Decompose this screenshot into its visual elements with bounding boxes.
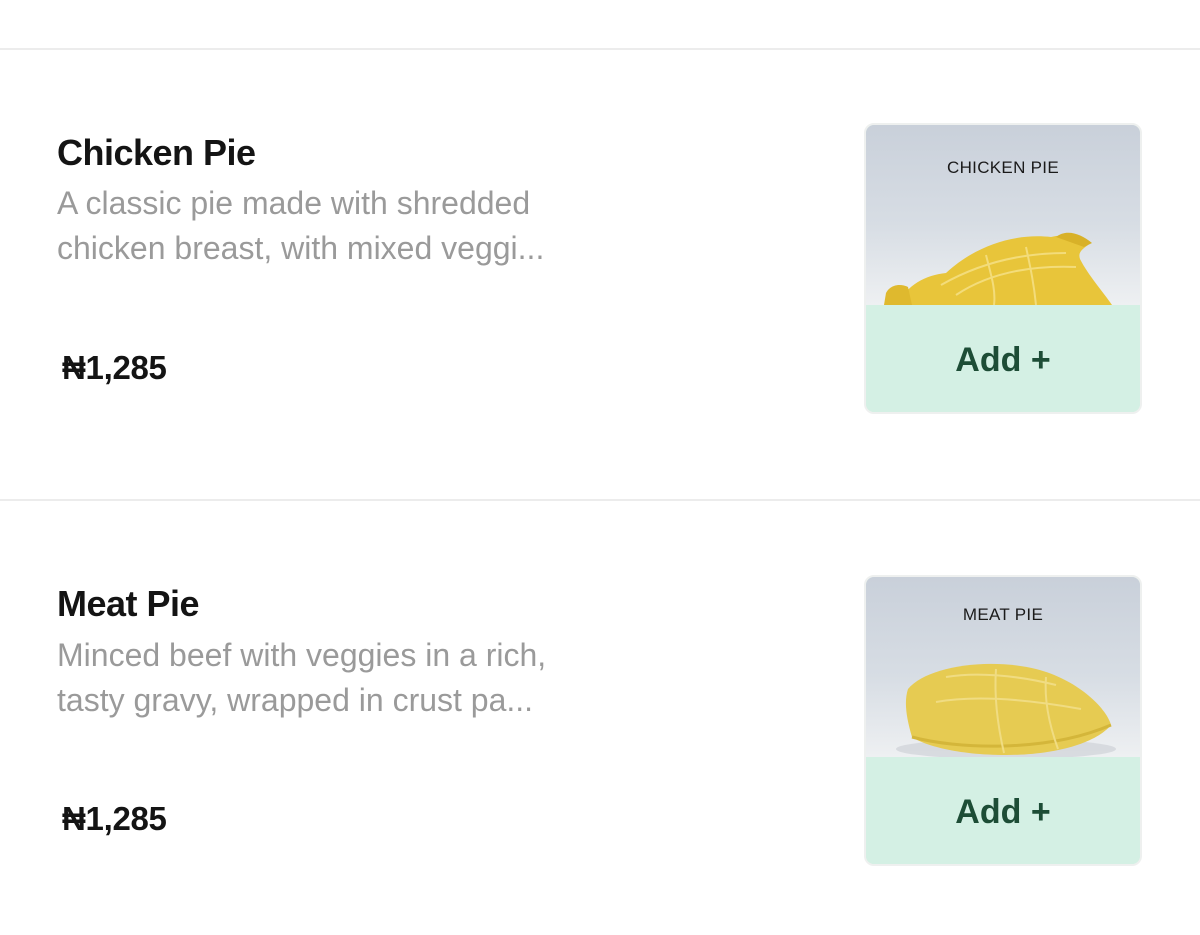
chicken-pie-image — [884, 232, 1112, 305]
product-photo: CHICKEN PIE — [866, 125, 1140, 305]
add-to-cart-button[interactable]: Add + — [866, 757, 1140, 864]
add-button-label: Add + — [955, 341, 1051, 379]
item-name: Meat Pie — [57, 583, 200, 624]
add-button-label: Add + — [955, 793, 1051, 831]
product-card[interactable]: MEAT PIE Add + — [864, 575, 1142, 866]
item-description: A classic pie made with shredded chicken… — [57, 181, 617, 271]
item-description-line: A classic pie made with shredded — [57, 185, 531, 221]
item-description-line: tasty gravy, wrapped in crust pa... — [57, 682, 534, 718]
item-description: Minced beef with veggies in a rich, tast… — [57, 633, 617, 723]
item-name: Chicken Pie — [57, 132, 256, 173]
product-photo: MEAT PIE — [866, 577, 1140, 757]
item-price: ₦1,285 — [62, 349, 167, 386]
top-divider — [0, 48, 1200, 50]
item-divider — [0, 499, 1200, 501]
item-description-line: chicken breast, with mixed veggi... — [57, 230, 545, 266]
item-description-line: Minced beef with veggies in a rich, — [57, 637, 547, 673]
menu-list: Chicken Pie A classic pie made with shre… — [0, 0, 1200, 935]
meat-pie-image — [896, 663, 1116, 757]
item-price: ₦1,285 — [62, 800, 167, 837]
add-to-cart-button[interactable]: Add + — [866, 305, 1140, 412]
product-card[interactable]: CHICKEN PIE Add + — [864, 123, 1142, 414]
